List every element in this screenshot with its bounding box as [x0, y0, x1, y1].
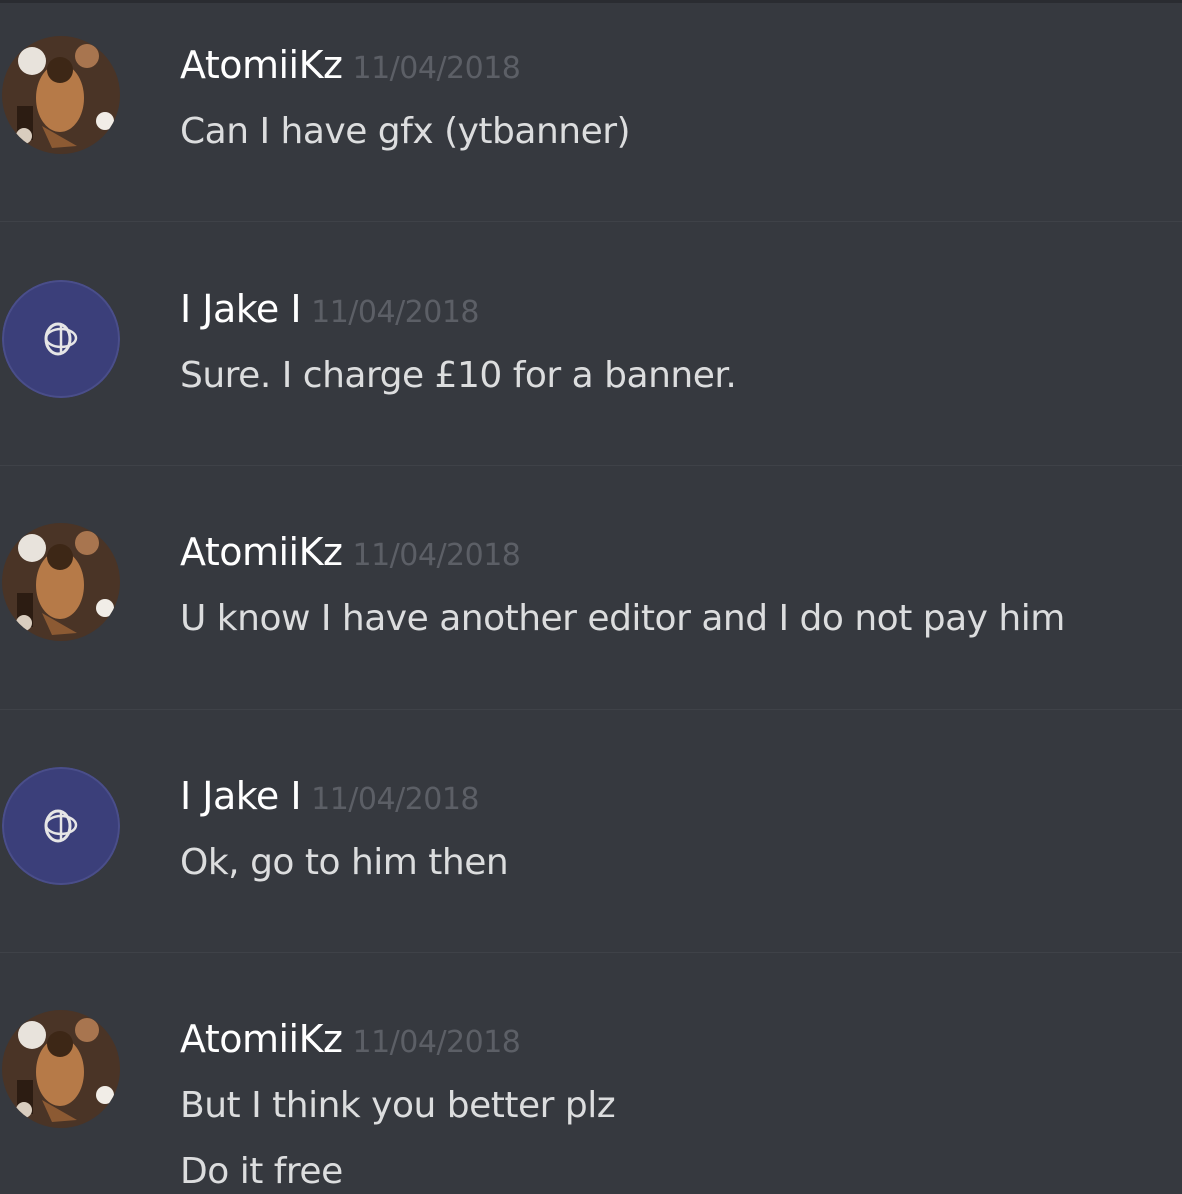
message-text: Do it free — [180, 1151, 343, 1192]
atomiikz-avatar-icon — [2, 1010, 120, 1128]
username[interactable]: AtomiiKz — [180, 530, 343, 574]
timestamp: 11/04/2018 — [311, 295, 480, 330]
message-divider — [0, 221, 1182, 222]
message-text: U know I have another editor and I do no… — [180, 598, 1065, 639]
user-avatar[interactable] — [2, 280, 120, 398]
timestamp: 11/04/2018 — [352, 51, 521, 86]
username[interactable]: I Jake I — [180, 287, 302, 331]
timestamp: 11/04/2018 — [352, 1025, 521, 1060]
message-text: Ok, go to him then — [180, 842, 509, 883]
message-header: I Jake I 11/04/2018 — [180, 287, 480, 331]
message-header: AtomiiKz 11/04/2018 — [180, 530, 521, 574]
message-header: AtomiiKz 11/04/2018 — [180, 1017, 521, 1061]
username[interactable]: I Jake I — [180, 774, 302, 818]
message-text: Sure. I charge £10 for a banner. — [180, 355, 737, 396]
message-header: I Jake I 11/04/2018 — [180, 774, 480, 818]
jake-avatar-icon — [2, 280, 120, 398]
jake-avatar-icon — [2, 767, 120, 885]
message-text: But I think you better plz — [180, 1085, 616, 1126]
atomiikz-avatar-icon — [2, 523, 120, 641]
message-header: AtomiiKz 11/04/2018 — [180, 43, 521, 87]
timestamp: 11/04/2018 — [352, 538, 521, 573]
user-avatar[interactable] — [2, 767, 120, 885]
username[interactable]: AtomiiKz — [180, 1017, 343, 1061]
user-avatar[interactable] — [2, 523, 120, 641]
atomiikz-avatar-icon — [2, 36, 120, 154]
user-avatar[interactable] — [2, 1010, 120, 1128]
timestamp: 11/04/2018 — [311, 782, 480, 817]
message-divider — [0, 952, 1182, 953]
message-divider — [0, 709, 1182, 710]
username[interactable]: AtomiiKz — [180, 43, 343, 87]
chat-message-list: AtomiiKz 11/04/2018 Can I have gfx (ytban… — [0, 0, 1182, 1194]
message-divider — [0, 465, 1182, 466]
user-avatar[interactable] — [2, 36, 120, 154]
message-text: Can I have gfx (ytbanner) — [180, 111, 631, 152]
